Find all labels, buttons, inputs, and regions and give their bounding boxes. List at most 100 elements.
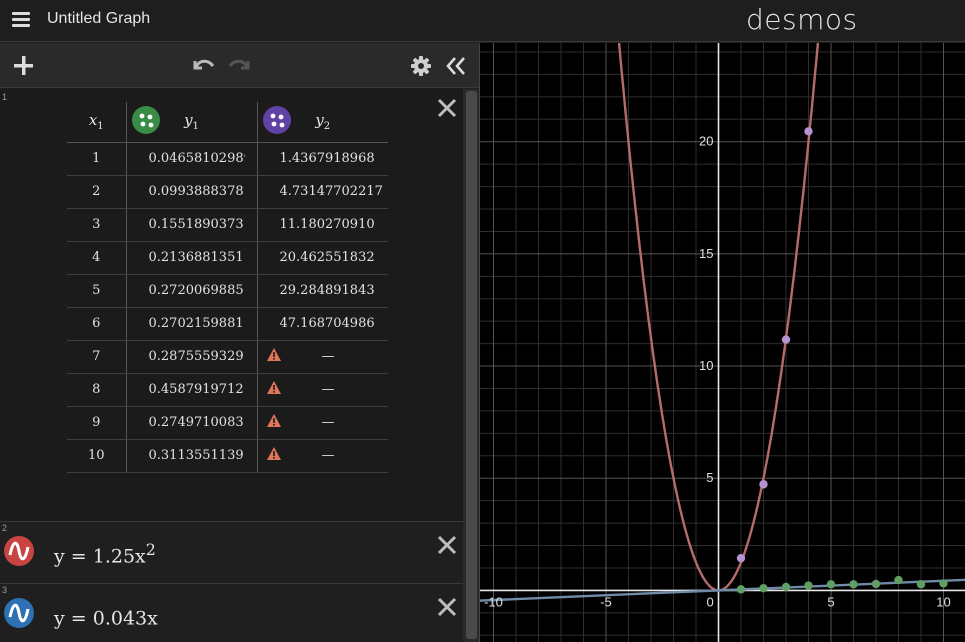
warning-triangle-icon[interactable] (266, 413, 282, 432)
table-cell-value: 20.462551832 (279, 250, 375, 265)
table-cell-value: — (321, 448, 335, 463)
table-header-y2[interactable]: y2 (256, 102, 388, 143)
table-cell-x[interactable]: 3 (67, 208, 126, 242)
expression-index: 1 (2, 92, 8, 102)
y2-data-point (759, 480, 768, 489)
table-row[interactable]: 4 0.2136881351 20.462551832 (67, 241, 388, 275)
delete-expression-close-icon[interactable] (436, 534, 458, 556)
table-cell-value: 47.168704986 (279, 316, 375, 331)
table-cell-y1[interactable]: 0.2720069885 (125, 274, 257, 308)
table-cell-x[interactable]: 8 (67, 373, 126, 407)
table-cell-x[interactable]: 1 (67, 142, 126, 176)
table-cell-x[interactable]: 6 (67, 307, 126, 341)
delete-expression-close-icon[interactable] (436, 97, 458, 119)
table-row[interactable]: 5 0.2720069885 29.284891843 (67, 274, 388, 308)
table-cell-value: 0.2702159881 (148, 316, 244, 331)
table-cell-y2[interactable]: 11.180270910 (256, 208, 388, 242)
graph-canvas[interactable]: -10 -5 0 5 10 5 10 15 20 (479, 43, 965, 642)
expression-list-scrollbar[interactable] (463, 89, 479, 642)
y2-data-point (781, 335, 791, 344)
table-cell-y2[interactable]: — (256, 373, 388, 407)
hamburger-menu-icon[interactable] (10, 9, 34, 33)
table-row[interactable]: 6 0.2702159881 47.168704986 (67, 307, 388, 341)
table-cell-value: 0.3113551139 (148, 448, 244, 463)
table-cell-value: 0.1551890373 (148, 217, 244, 232)
expression-toolbar (0, 43, 479, 88)
table-row[interactable]: 9 0.2749710083 — (67, 406, 388, 440)
table-cell-value: — (321, 382, 335, 397)
table-cell-y1[interactable]: 0.0993888378 (125, 175, 257, 209)
expression-row[interactable]: 3 y = 0.043x (0, 583, 463, 642)
gear-icon[interactable] (408, 53, 434, 79)
table-cell-value: 29.284891843 (279, 283, 375, 298)
table-cell-y1[interactable]: 0.2875559329 (125, 340, 257, 374)
table-cell-value: 0.04658102989 (148, 151, 245, 166)
expression-list[interactable]: 1 x1 y1 y2 1 0.04658102989 1.4367918968 … (0, 89, 463, 642)
brand-logo: desmos (746, 3, 858, 36)
warning-triangle-icon[interactable] (266, 446, 282, 465)
redo-icon[interactable] (227, 53, 253, 79)
table-cell-y2[interactable]: 4.73147702217 (256, 175, 388, 209)
table-cell-y2[interactable]: — (256, 406, 388, 440)
table-cell-y2[interactable]: 1.4367918968 (256, 142, 388, 176)
y1-data-point (871, 579, 881, 589)
curve-wave-icon[interactable] (4, 598, 34, 628)
expression-formula[interactable]: y = 1.25x2 (54, 540, 156, 567)
delete-expression-close-icon[interactable] (436, 596, 458, 618)
table-row[interactable]: 1 0.04658102989 1.4367918968 (67, 142, 388, 176)
table-cell-y2[interactable]: 29.284891843 (256, 274, 388, 308)
table-cell-y2[interactable]: — (256, 439, 388, 473)
data-table[interactable]: x1 y1 y2 1 0.04658102989 1.4367918968 2 … (67, 102, 389, 473)
table-cell-y1[interactable]: 0.2749710083 (125, 406, 257, 440)
y-tick-label: 5 (706, 470, 713, 485)
warning-triangle-icon[interactable] (266, 380, 282, 399)
expression-row[interactable]: 2 y = 1.25x2 (0, 521, 463, 583)
scatter-points-icon[interactable] (131, 106, 160, 134)
table-header-y1[interactable]: y1 (125, 102, 257, 143)
x-tick-label: 0 (707, 594, 714, 609)
table-cell-y1[interactable]: 0.04658102989 (125, 142, 257, 176)
graph-title[interactable]: Untitled Graph (47, 10, 150, 28)
table-cell-y1[interactable]: 0.3113551139 (125, 439, 257, 473)
table-cell-y1[interactable]: 0.2702159881 (125, 307, 257, 341)
y1-data-point (781, 582, 791, 592)
y-tick-label: 15 (699, 246, 713, 261)
curve-wave-icon[interactable] (4, 536, 34, 566)
scatter-points-icon[interactable] (262, 106, 291, 134)
y-tick-label: 10 (699, 358, 713, 373)
table-cell-x[interactable]: 5 (67, 274, 126, 308)
table-row[interactable]: 3 0.1551890373 11.180270910 (67, 208, 388, 242)
y-tick-label: 20 (699, 134, 713, 149)
expression-formula[interactable]: y = 0.043x (54, 602, 158, 629)
table-row[interactable]: 8 0.4587919712 — (67, 373, 388, 407)
plus-icon[interactable] (11, 53, 37, 79)
table-cell-y1[interactable]: 0.1551890373 (125, 208, 257, 242)
table-cell-x[interactable]: 10 (67, 439, 126, 473)
table-cell-x[interactable]: 7 (67, 340, 126, 374)
undo-icon[interactable] (190, 53, 216, 79)
table-row[interactable]: 2 0.0993888378 4.73147702217 (67, 175, 388, 209)
x-tick-label: -10 (484, 594, 503, 609)
header-bar: Untitled Graph desmos (0, 0, 965, 42)
table-cell-y2[interactable]: — (256, 340, 388, 374)
x-tick-label: 10 (936, 594, 950, 609)
table-row[interactable]: 7 0.2875559329 — (67, 340, 388, 374)
table-cell-value: 0.4587919712 (148, 382, 244, 397)
expression-index: 2 (2, 523, 8, 533)
double-chevron-left-icon[interactable] (443, 53, 469, 79)
table-header-x[interactable]: x1 (67, 102, 126, 143)
y1-data-point (849, 580, 858, 589)
table-row[interactable]: 10 0.3113551139 — (67, 439, 388, 473)
table-cell-x[interactable]: 4 (67, 241, 126, 275)
scrollbar-thumb[interactable] (466, 91, 477, 639)
y1-data-point (759, 583, 768, 593)
expression-index: 3 (2, 585, 8, 595)
table-cell-x[interactable]: 9 (67, 406, 126, 440)
table-cell-y2[interactable]: 47.168704986 (256, 307, 388, 341)
table-cell-y1[interactable]: 0.2136881351 (125, 241, 257, 275)
warning-triangle-icon[interactable] (266, 347, 282, 366)
table-cell-value: — (321, 415, 335, 430)
table-cell-x[interactable]: 2 (67, 175, 126, 209)
table-cell-y2[interactable]: 20.462551832 (256, 241, 388, 275)
table-cell-y1[interactable]: 0.4587919712 (125, 373, 257, 407)
